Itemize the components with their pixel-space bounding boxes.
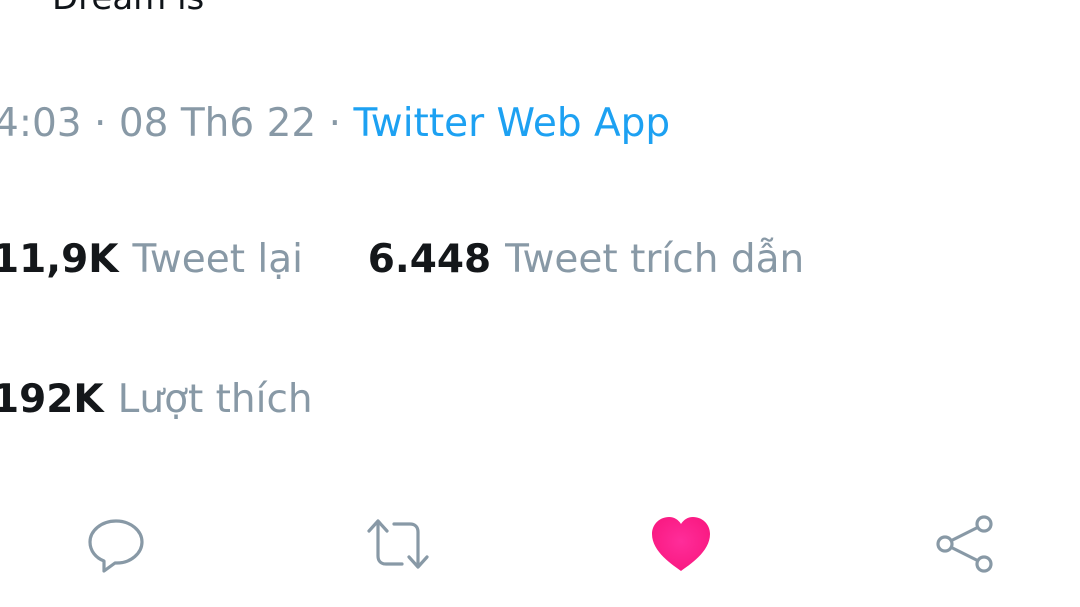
quote-tweet-count: 6.448 [367, 237, 492, 282]
retweet-label: Tweet lại [132, 237, 303, 282]
likes-stat[interactable]: 192K Lượt thích [0, 377, 313, 422]
reply-icon [88, 519, 144, 573]
tweet-meta: 4:03 · 08 Th6 22 · Twitter Web App [0, 100, 670, 148]
tweet-time[interactable]: 4:03 [0, 101, 82, 146]
meta-separator: · [328, 101, 342, 146]
like-count: 192K [0, 377, 104, 422]
tweet-date[interactable]: 08 Th6 22 [119, 101, 316, 146]
tweet-text: Dream is [52, 0, 204, 18]
stats-row-retweets: 11,9K Tweet lại 6.448 Tweet trích dẫn [0, 236, 804, 284]
retweets-stat[interactable]: 11,9K Tweet lại [0, 237, 315, 282]
like-button[interactable] [649, 512, 713, 576]
tweet-detail-page: Dream is 4:03 · 08 Th6 22 · Twitter Web … [0, 0, 1080, 607]
share-icon [936, 515, 993, 573]
quote-tweets-stat[interactable]: 6.448 Tweet trích dẫn [368, 237, 804, 282]
quote-tweet-label: Tweet trích dẫn [505, 237, 805, 282]
like-label: Lượt thích [117, 377, 313, 422]
like-icon [652, 517, 710, 571]
retweet-count: 11,9K [0, 237, 119, 282]
tweet-source-link[interactable]: Twitter Web App [353, 101, 670, 146]
retweet-button[interactable] [366, 512, 430, 576]
stats-row-likes: 192K Lượt thích [0, 376, 313, 424]
share-button[interactable] [932, 512, 996, 576]
retweet-icon [367, 519, 429, 569]
reply-button[interactable] [84, 512, 148, 576]
meta-separator: · [94, 101, 107, 146]
